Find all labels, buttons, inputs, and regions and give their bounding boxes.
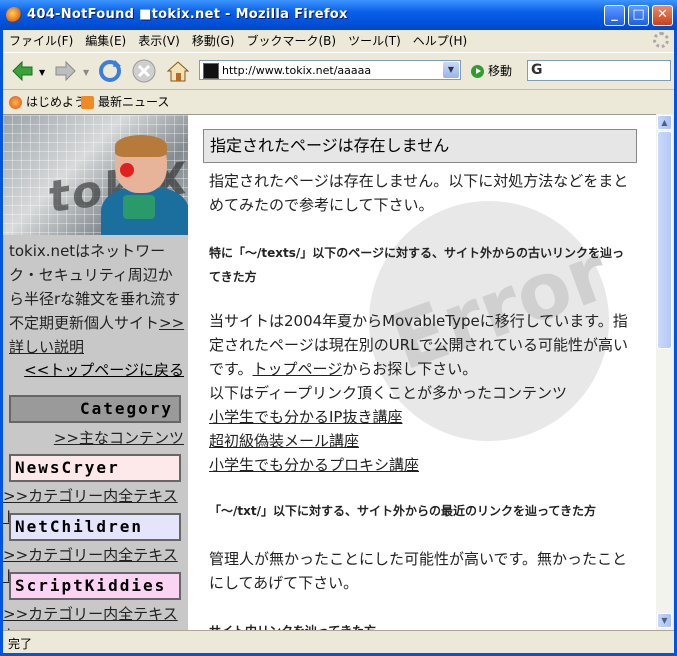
header-photo: tokiX.net — [3, 115, 188, 235]
rss-icon — [81, 96, 94, 109]
go-button[interactable]: 移動 — [471, 62, 512, 79]
stop-icon — [132, 59, 156, 83]
search-box[interactable]: G — [527, 60, 671, 81]
firefox-bookmark-icon — [9, 96, 22, 109]
back-dropdown-icon[interactable]: ▼ — [39, 68, 45, 77]
intro-paragraph: 指定されたページは存在しません。以下に対処方法などをまとめてみたので参考にして下… — [209, 172, 629, 214]
link-ip-course[interactable]: 小学生でも分かるIP抜き講座 — [209, 405, 402, 429]
section2-title: 「～/txt/」以下に対する、サイト外からの最近のリンクを辿ってきた方 — [209, 504, 597, 518]
minimize-button[interactable]: _ — [604, 5, 625, 26]
menu-go[interactable]: 移動(G) — [186, 30, 241, 51]
link-proxy-course[interactable]: 小学生でも分かるプロキシ講座 — [209, 453, 419, 477]
section1-body: 当サイトは2004年夏からMovableTypeに移行しています。指定されたペー… — [209, 309, 635, 381]
navigation-toolbar: ▼ ▼ ▼ 移動 G — [3, 52, 674, 90]
forward-arrow-icon — [55, 60, 76, 82]
category-scriptkiddies[interactable]: ScriptKiddies — [9, 572, 181, 600]
category-header: Category — [9, 395, 181, 423]
status-text: 完了 — [8, 637, 33, 651]
title-bar: 404-NotFound ■tokix.net - Mozilla Firefo… — [0, 0, 677, 30]
throbber-icon — [653, 32, 669, 48]
category-newscryer[interactable]: NewsCryer — [9, 454, 181, 482]
menu-help[interactable]: ヘルプ(H) — [407, 30, 473, 51]
menu-file[interactable]: ファイル(F) — [3, 30, 79, 51]
stop-button[interactable] — [131, 58, 157, 84]
menu-bar: ファイル(F) 編集(E) 表示(V) 移動(G) ブックマーク(B) ツール(T) ヘルプ… — [3, 30, 674, 50]
menu-edit[interactable]: 編集(E) — [79, 30, 132, 51]
section1-title: 特に「～/texts/」以下のページに対する、サイト外からの古いリンクを辿ってき… — [209, 246, 625, 284]
google-icon: G — [531, 62, 543, 78]
firefox-icon — [6, 7, 22, 23]
window-title: 404-NotFound ■tokix.net - Mozilla Firefo… — [27, 7, 348, 22]
intro-text: tokix.netはネットワーク・セキュリティ周辺から半径rな雑文を垂れ流す不定… — [9, 242, 181, 332]
bookmark-label: はじめよう — [26, 95, 87, 109]
vertical-scrollbar[interactable]: ▲ ▼ — [656, 114, 673, 630]
menu-tools[interactable]: ツール(T) — [342, 30, 407, 51]
bookmarks-toolbar: はじめよう 最新ニュース — [3, 90, 674, 112]
url-dropdown-icon[interactable]: ▼ — [443, 62, 459, 78]
back-button[interactable] — [9, 58, 35, 84]
reload-button[interactable] — [97, 58, 123, 84]
maximize-button[interactable]: □ — [628, 5, 649, 26]
top-page-inline-link[interactable]: トップページ — [253, 360, 343, 378]
sidebar: tokiX.net tokix.netはネットワーク・セキュリティ周辺から半径r… — [3, 115, 188, 631]
forward-button[interactable] — [53, 58, 79, 84]
scroll-down-icon[interactable]: ▼ — [657, 613, 672, 628]
home-button[interactable] — [165, 58, 191, 84]
menu-bookmarks[interactable]: ブックマーク(B) — [240, 30, 342, 51]
bookmark-getting-started[interactable]: はじめよう — [9, 93, 86, 110]
menu-view[interactable]: 表示(V) — [132, 30, 186, 51]
back-arrow-icon — [12, 60, 33, 82]
deeplink-intro: 以下はディープリンク頂くことが多かったコンテンツ — [209, 384, 568, 402]
section1-text-tail: からお探し下さい。 — [342, 360, 478, 378]
scriptkiddies-link[interactable]: >>カテゴリー内全テキスト — [3, 603, 184, 631]
scroll-up-icon[interactable]: ▲ — [657, 115, 672, 130]
go-icon — [471, 65, 484, 78]
page-content: tokiX.net tokix.netはネットワーク・セキュリティ周辺から半径r… — [3, 114, 656, 631]
section2-body: 管理人が無かったことにした可能性が高いです。無かったことにしてあげて下さい。 — [209, 550, 628, 592]
forward-dropdown-icon[interactable]: ▼ — [83, 68, 89, 77]
close-button[interactable]: ✕ — [652, 5, 673, 26]
bookmark-latest-news[interactable]: 最新ニュース — [81, 93, 169, 110]
site-intro: tokix.netはネットワーク・セキュリティ周辺から半径rな雑文を垂れ流す不定… — [9, 239, 185, 359]
top-page-link[interactable]: <<トップページに戻る — [24, 359, 184, 380]
category-netchildren[interactable]: NetChildren — [9, 513, 181, 541]
site-favicon — [203, 63, 219, 79]
page-heading: 指定されたページは存在しません — [203, 129, 637, 163]
main-contents-link[interactable]: >>主なコンテンツ — [54, 427, 184, 448]
bookmark-label: 最新ニュース — [98, 95, 170, 109]
reload-icon — [99, 60, 121, 82]
scroll-thumb[interactable] — [657, 131, 672, 349]
link-fake-mail-course[interactable]: 超初級偽装メール講座 — [209, 429, 359, 453]
home-icon — [166, 61, 190, 82]
address-bar[interactable]: ▼ — [199, 60, 461, 80]
go-label: 移動 — [488, 64, 513, 78]
status-bar: 完了 — [3, 630, 674, 654]
url-input[interactable] — [222, 62, 432, 78]
